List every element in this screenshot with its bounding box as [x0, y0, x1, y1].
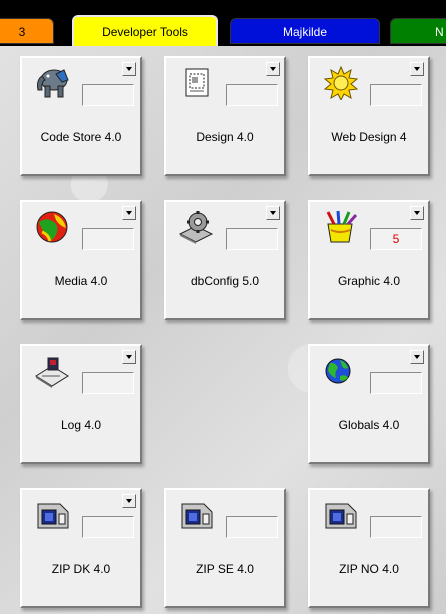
tile-dropdown-button[interactable]	[122, 350, 136, 364]
tile-value-field[interactable]: 5	[370, 228, 422, 250]
tile-dropdown-button[interactable]	[122, 62, 136, 76]
app-tile-dbconfig[interactable]: dbConfig 5.0	[164, 200, 286, 320]
tile-label: ZIP DK 4.0	[51, 562, 111, 576]
app-tile-media[interactable]: Media 4.0	[20, 200, 142, 320]
tile-value-field[interactable]	[226, 516, 278, 538]
app-tile-design[interactable]: Design 4.0	[164, 56, 286, 176]
app-tile-globals[interactable]: Globals 4.0	[308, 344, 430, 464]
tile-label: Web Design 4	[331, 130, 407, 144]
app-tile-zip-se[interactable]: ZIP SE 4.0	[164, 488, 286, 608]
tile-value-field[interactable]	[370, 372, 422, 394]
design-doc-icon	[178, 66, 216, 100]
tile-label: ZIP NO 4.0	[339, 562, 399, 576]
tile-value-field[interactable]	[226, 228, 278, 250]
tile-dropdown-button[interactable]	[122, 206, 136, 220]
tile-label: ZIP SE 4.0	[196, 562, 254, 576]
tile-label: Log 4.0	[60, 418, 102, 432]
zip-drive-icon	[322, 498, 360, 532]
tile-dropdown-button[interactable]	[266, 206, 280, 220]
tile-value-field[interactable]	[82, 516, 134, 538]
gear-disk-icon	[178, 210, 216, 244]
tile-label: Design 4.0	[196, 130, 254, 144]
zip-drive-icon	[178, 498, 216, 532]
tile-label: dbConfig 5.0	[190, 274, 260, 288]
globe-icon	[322, 354, 360, 388]
tile-label: Graphic 4.0	[337, 274, 401, 288]
tile-value-field[interactable]	[82, 228, 134, 250]
log-book-icon	[34, 354, 72, 388]
tile-value-field[interactable]	[82, 372, 134, 394]
app-tile-zip-dk[interactable]: ZIP DK 4.0	[20, 488, 142, 608]
tile-dropdown-button[interactable]	[266, 62, 280, 76]
tile-dropdown-button[interactable]	[410, 206, 424, 220]
tab-developer-tools[interactable]: Developer Tools	[72, 15, 218, 46]
tile-label: Globals 4.0	[338, 418, 400, 432]
media-globe-icon	[34, 210, 72, 244]
tile-value-field[interactable]	[82, 84, 134, 106]
app-tile-web-design[interactable]: Web Design 4	[308, 56, 430, 176]
tile-dropdown-button[interactable]	[410, 62, 424, 76]
tile-value-field[interactable]	[226, 84, 278, 106]
tile-value-field[interactable]	[370, 516, 422, 538]
tab-next[interactable]: N	[390, 18, 446, 44]
paint-cup-icon	[322, 210, 360, 244]
app-tile-code-store[interactable]: Code Store 4.0	[20, 56, 142, 176]
tab-previous[interactable]: 3	[0, 18, 54, 44]
sun-icon	[322, 65, 360, 102]
tile-label: Code Store 4.0	[40, 130, 122, 144]
tile-dropdown-button[interactable]	[410, 350, 424, 364]
zip-drive-icon	[34, 498, 72, 532]
tile-label: Media 4.0	[54, 274, 108, 288]
tab-majkilde[interactable]: Majkilde	[230, 18, 380, 44]
tab-bar: 3 Developer Tools Majkilde N	[0, 0, 446, 46]
tile-value-field[interactable]	[370, 84, 422, 106]
app-tile-graphic[interactable]: 5 Graphic 4.0	[308, 200, 430, 320]
tile-dropdown-button[interactable]	[122, 494, 136, 508]
app-tile-zip-no[interactable]: ZIP NO 4.0	[308, 488, 430, 608]
app-tile-log[interactable]: Log 4.0	[20, 344, 142, 464]
elephant-icon	[34, 66, 72, 100]
